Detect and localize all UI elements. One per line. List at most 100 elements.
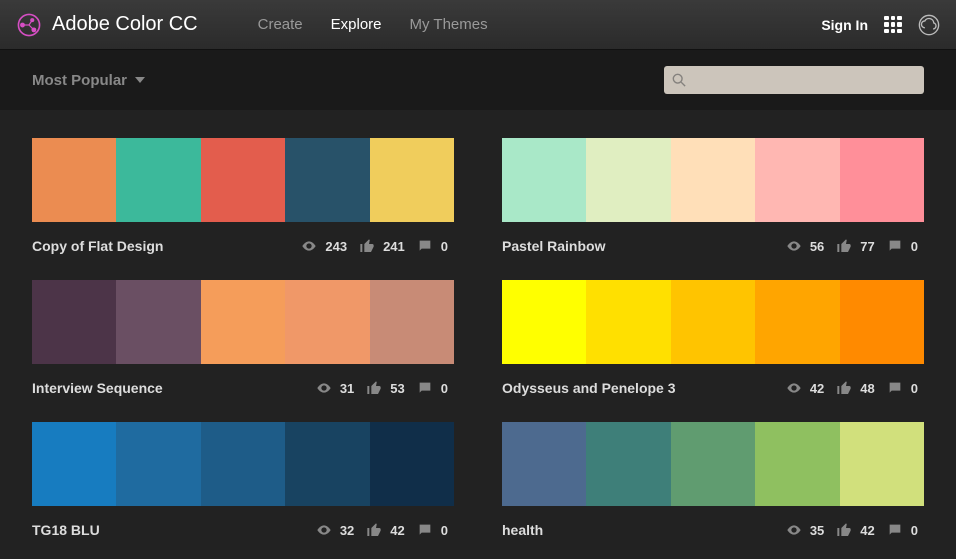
nav-create[interactable]: Create (258, 16, 303, 33)
theme-title: Copy of Flat Design (32, 238, 301, 254)
thumbs-up-icon (836, 380, 852, 396)
theme-stats: 56 77 0 (786, 238, 924, 254)
brand-name: Adobe Color CC (52, 13, 198, 36)
eye-icon (301, 238, 317, 254)
like-count: 42 (388, 523, 410, 538)
theme-title: TG18 BLU (32, 522, 316, 538)
theme-card[interactable]: Odysseus and Penelope 342480 (502, 280, 924, 396)
nav-explore[interactable]: Explore (331, 16, 382, 33)
swatch-row (32, 280, 454, 364)
view-count: 42 (808, 381, 830, 396)
theme-stats: 31 53 0 (316, 380, 454, 396)
view-count: 35 (808, 523, 830, 538)
like-count: 42 (858, 523, 880, 538)
color-swatch (32, 138, 116, 222)
like-count: 77 (858, 239, 880, 254)
theme-stats: 243 241 0 (301, 238, 454, 254)
swatch-row (502, 422, 924, 506)
color-swatch (201, 422, 285, 506)
eye-icon (316, 522, 332, 538)
color-swatch (840, 138, 924, 222)
like-count: 241 (381, 239, 411, 254)
theme-meta: Interview Sequence 31 53 0 (32, 380, 454, 396)
eye-icon (786, 380, 802, 396)
comment-icon (417, 522, 433, 538)
color-swatch (32, 422, 116, 506)
like-count: 48 (858, 381, 880, 396)
color-swatch (116, 422, 200, 506)
color-swatch (285, 280, 369, 364)
view-count: 243 (323, 239, 353, 254)
color-wheel-icon (16, 12, 42, 38)
comment-count: 0 (439, 381, 454, 396)
theme-card[interactable]: Interview Sequence 31 53 0 (32, 280, 454, 396)
comment-icon (887, 238, 903, 254)
comment-count: 0 (439, 239, 454, 254)
chevron-down-icon (135, 77, 145, 83)
color-swatch (755, 138, 839, 222)
theme-card[interactable]: Pastel Rainbow 56 77 0 (502, 138, 924, 254)
thumbs-up-icon (836, 238, 852, 254)
sort-dropdown[interactable]: Most Popular (32, 72, 145, 89)
thumbs-up-icon (836, 522, 852, 538)
theme-stats: 42 48 0 (786, 380, 924, 396)
brand-logo[interactable]: Adobe Color CC (16, 12, 198, 38)
color-swatch (671, 422, 755, 506)
comment-count: 0 (439, 523, 454, 538)
search-icon (672, 73, 686, 87)
color-swatch (755, 280, 839, 364)
swatch-row (502, 138, 924, 222)
theme-card[interactable]: Copy of Flat Design 243 241 0 (32, 138, 454, 254)
theme-meta: Odysseus and Penelope 342480 (502, 380, 924, 396)
search-input[interactable] (664, 66, 924, 94)
like-count: 53 (388, 381, 410, 396)
theme-meta: TG18 BLU 32 42 0 (32, 522, 454, 538)
swatch-row (502, 280, 924, 364)
sort-label: Most Popular (32, 72, 127, 89)
comment-count: 0 (909, 381, 924, 396)
comment-count: 0 (909, 523, 924, 538)
color-swatch (285, 138, 369, 222)
color-swatch (116, 138, 200, 222)
swatch-row (32, 138, 454, 222)
view-count: 32 (338, 523, 360, 538)
theme-card[interactable]: TG18 BLU 32 42 0 (32, 422, 454, 538)
creative-cloud-icon[interactable] (918, 14, 940, 36)
sign-in-link[interactable]: Sign In (821, 17, 868, 33)
color-swatch (285, 422, 369, 506)
eye-icon (316, 380, 332, 396)
color-swatch (370, 138, 454, 222)
theme-stats: 35 42 0 (786, 522, 924, 538)
theme-stats: 32 42 0 (316, 522, 454, 538)
app-header: Adobe Color CC Create Explore My Themes … (0, 0, 956, 50)
themes-grid: Copy of Flat Design2432410Pastel Rainbow… (0, 110, 956, 538)
eye-icon (786, 238, 802, 254)
eye-icon (786, 522, 802, 538)
header-right: Sign In (821, 14, 940, 36)
color-swatch (755, 422, 839, 506)
view-count: 31 (338, 381, 360, 396)
color-swatch (370, 422, 454, 506)
toolbar: Most Popular (0, 50, 956, 110)
nav-my-themes[interactable]: My Themes (410, 16, 488, 33)
color-swatch (586, 280, 670, 364)
swatch-row (32, 422, 454, 506)
comment-icon (417, 380, 433, 396)
color-swatch (116, 280, 200, 364)
theme-meta: Pastel Rainbow 56 77 0 (502, 238, 924, 254)
theme-meta: Copy of Flat Design 243 241 0 (32, 238, 454, 254)
color-swatch (671, 280, 755, 364)
theme-card[interactable]: health35420 (502, 422, 924, 538)
theme-meta: health35420 (502, 522, 924, 538)
view-count: 56 (808, 239, 830, 254)
thumbs-up-icon (366, 380, 382, 396)
main-nav: Create Explore My Themes (258, 16, 488, 33)
apps-grid-icon[interactable] (884, 16, 902, 34)
theme-title: Interview Sequence (32, 380, 316, 396)
comment-count: 0 (909, 239, 924, 254)
color-swatch (840, 422, 924, 506)
thumbs-up-icon (359, 238, 375, 254)
color-swatch (586, 422, 670, 506)
theme-title: Pastel Rainbow (502, 238, 786, 254)
color-swatch (502, 422, 586, 506)
